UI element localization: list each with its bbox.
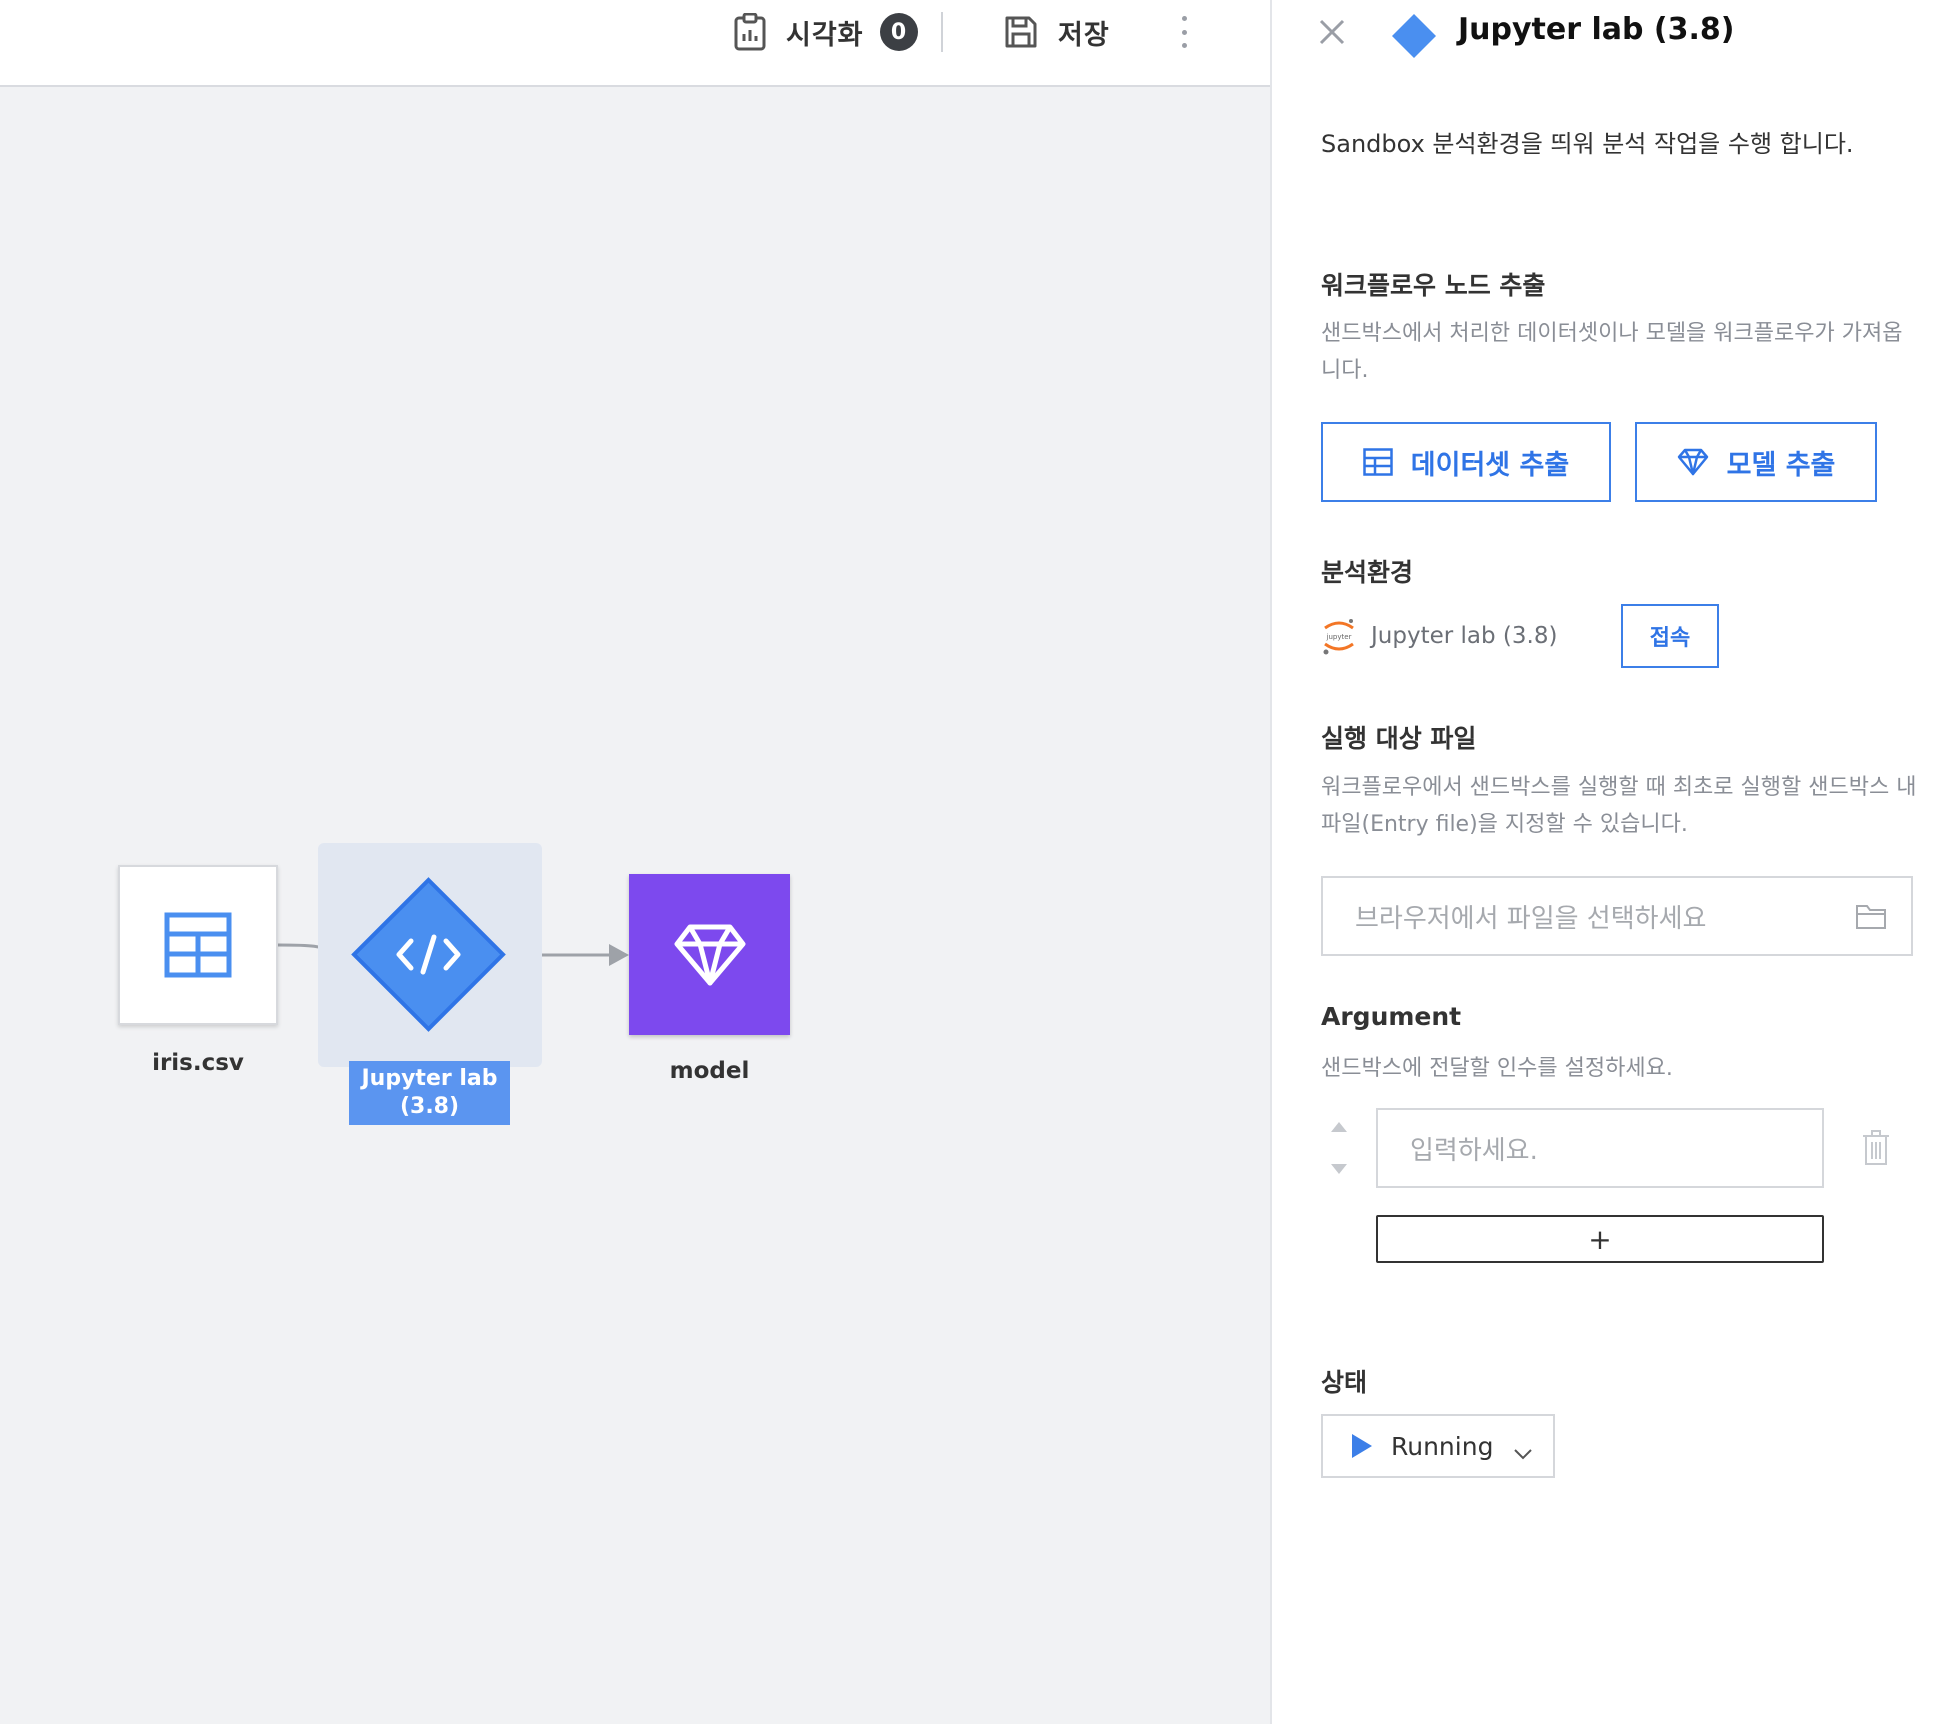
entry-file-placeholder: 브라우저에서 파일을 선택하세요 — [1355, 903, 1707, 934]
workflow-canvas[interactable]: 시각화 0 저장 iris.csv Jupyter lab (3.8) mode… — [0, 0, 1270, 1724]
status-value: Running — [1391, 1431, 1494, 1461]
extract-section-title: 워크플로우 노드 추출 — [1321, 271, 1546, 300]
node-jupyter-label-line1: Jupyter lab — [361, 1066, 498, 1091]
entry-section-text: 워크플로우에서 샌드박스를 실행할 때 최초로 실행할 샌드박스 내 파일(En… — [1321, 775, 1917, 837]
node-model[interactable] — [629, 874, 790, 1035]
node-jupyter-label: Jupyter lab (3.8) — [349, 1061, 510, 1125]
node-jupyter-label-line2: (3.8) — [399, 1094, 460, 1119]
node-dataset-label: iris.csv — [152, 1050, 244, 1076]
extract-dataset-label: 데이터셋 추출 — [1410, 449, 1570, 481]
table-icon — [164, 912, 232, 978]
play-icon — [1351, 1433, 1373, 1459]
reorder-arrows-icon[interactable] — [1329, 1120, 1349, 1176]
node-properties-panel: Jupyter lab (3.8) Sandbox 분석환경을 띄워 분석 작업… — [1270, 0, 1952, 1724]
extract-dataset-button[interactable]: 데이터셋 추출 — [1321, 422, 1611, 502]
argument-input[interactable]: 입력하세요. — [1376, 1108, 1824, 1188]
argument-section-text: 샌드박스에 전달할 인수를 설정하세요. — [1321, 1056, 1673, 1081]
add-argument-button[interactable]: + — [1376, 1215, 1824, 1263]
svg-text:jupyter: jupyter — [1326, 633, 1352, 641]
panel-title: Jupyter lab (3.8) — [1458, 12, 1735, 47]
extract-model-label: 모델 추출 — [1726, 449, 1836, 481]
entry-section-title: 실행 대상 파일 — [1321, 724, 1477, 753]
env-section-title: 분석환경 — [1321, 558, 1414, 587]
diamond-gem-icon — [674, 924, 746, 986]
env-row: jupyter Jupyter lab (3.8) 접속 — [1321, 604, 1719, 668]
status-select[interactable]: Running — [1321, 1414, 1555, 1478]
connect-button[interactable]: 접속 — [1621, 604, 1719, 668]
folder-icon[interactable] — [1855, 902, 1887, 937]
node-dataset[interactable] — [118, 865, 278, 1025]
argument-section-title: Argument — [1321, 1002, 1462, 1031]
diamond-gem-icon — [1677, 448, 1709, 476]
jupyter-logo-icon: jupyter — [1321, 616, 1357, 656]
extract-section-text: 샌드박스에서 처리한 데이터셋이나 모델을 워크플로우가 가져옵니다. — [1321, 321, 1903, 383]
trash-icon[interactable] — [1862, 1130, 1890, 1170]
jupyter-node-diamond-icon — [1390, 12, 1436, 58]
status-section-title: 상태 — [1321, 1368, 1368, 1397]
node-model-label: model — [669, 1058, 750, 1084]
env-name: Jupyter lab (3.8) — [1371, 623, 1558, 649]
connector-arrowhead — [609, 944, 629, 966]
extract-model-button[interactable]: 모델 추출 — [1635, 422, 1877, 502]
table-icon — [1363, 448, 1393, 476]
panel-description: Sandbox 분석환경을 띄워 분석 작업을 수행 합니다. — [1321, 130, 1854, 158]
node-jupyter[interactable] — [351, 877, 506, 1032]
chevron-down-icon — [1513, 1438, 1533, 1467]
entry-file-input[interactable]: 브라우저에서 파일을 선택하세요 — [1321, 876, 1913, 956]
argument-placeholder: 입력하세요. — [1410, 1135, 1538, 1166]
close-icon[interactable] — [1316, 16, 1348, 48]
